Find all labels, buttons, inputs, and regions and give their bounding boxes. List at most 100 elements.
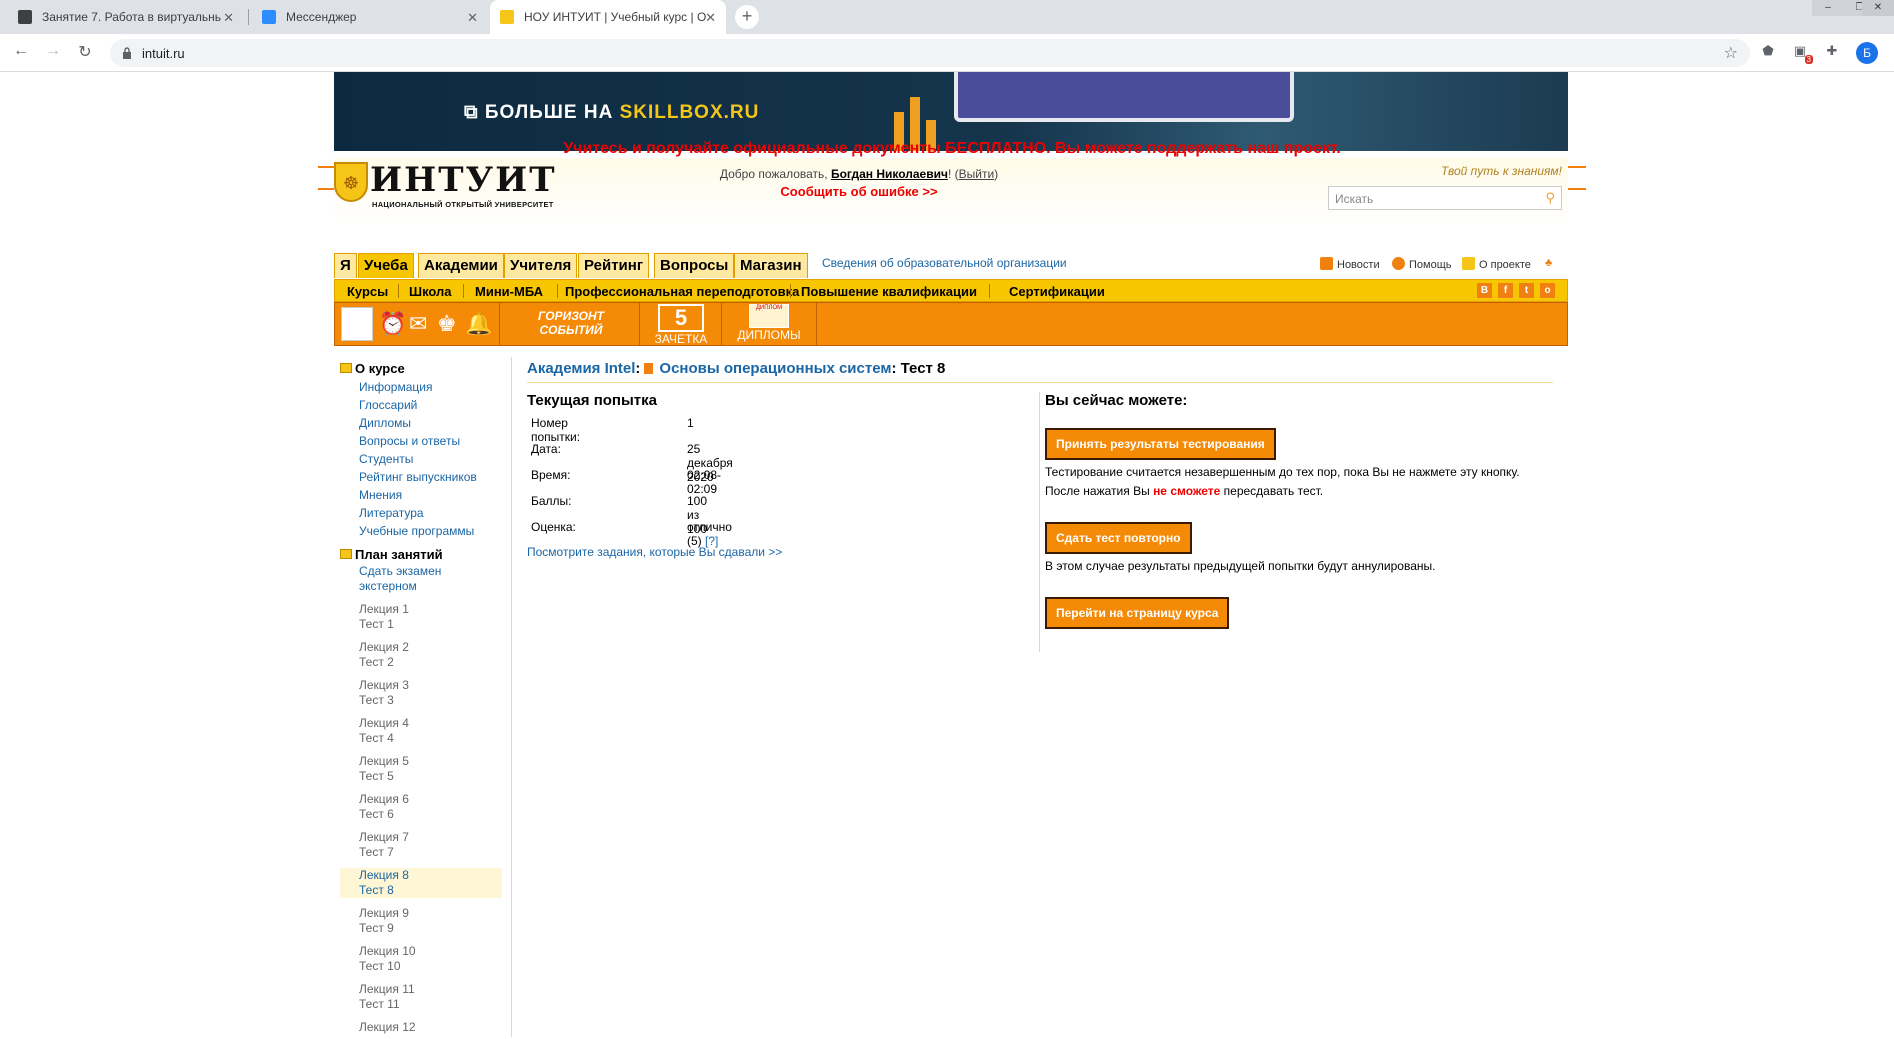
test-link[interactable]: Тест 2 [359,655,502,670]
view-submitted-tasks-link[interactable]: Посмотрите задания, которые Вы сдавали >… [527,545,782,559]
extension-badge-icon[interactable]: ▣ 3 [1791,43,1813,64]
breadcrumb-academy[interactable]: Академия Intel [527,360,635,377]
lecture-link[interactable]: Лекция 2 [359,640,502,655]
subnav-qualification[interactable]: Повышение квалификации [801,284,977,299]
diploma-icon: ДИПЛОМ [749,304,789,328]
test-link[interactable]: Тест 1 [359,617,502,632]
odnoklassniki-icon[interactable]: о [1540,283,1555,298]
tab-questions[interactable]: Вопросы [654,253,735,278]
close-icon[interactable]: ✕ [223,10,234,26]
mail-icon[interactable]: ✉ [409,311,427,337]
diplomas-button[interactable]: ДИПЛОМ ДИПЛОМЫ [733,304,805,342]
lecture-link[interactable]: Лекция 5 [359,754,502,769]
browser-tab-1[interactable]: Занятие 7. Работа в виртуальнь ✕ [8,0,244,34]
test-link[interactable]: Тест 7 [359,845,502,860]
lecture-link[interactable]: Лекция 1 [359,602,502,617]
about-link[interactable]: О проекте [1462,257,1531,271]
test-link[interactable]: Тест 5 [359,769,502,784]
event-horizon-button[interactable]: ГОРИЗОНТ СОБЫТИЙ [513,309,629,337]
tab-teachers[interactable]: Учителя [504,253,578,278]
sidebar-link-opinions[interactable]: Мнения [359,486,502,504]
breadcrumb-course[interactable]: Основы операционных систем [659,360,891,377]
sidebar-link-qa[interactable]: Вопросы и ответы [359,432,502,450]
search-icon[interactable]: ⚲ [1545,190,1555,206]
subnav-school[interactable]: Школа [409,284,452,299]
intuit-logo[interactable]: ☸ ИНТУИТ НАЦИОНАЛЬНЫЙ ОТКРЫТЫЙ УНИВЕРСИТ… [334,160,564,210]
sitemap-icon[interactable]: ♣ [1545,257,1552,269]
bell-icon[interactable]: 🔔 [465,311,492,337]
test-link[interactable]: Тест 8 [359,883,502,898]
tab-me[interactable]: Я [334,253,357,278]
lesson-plan-heading[interactable]: План занятий [340,546,502,562]
bookmark-star-icon[interactable]: ☆ [1724,43,1738,63]
lecture-link[interactable]: Лекция 9 [359,906,502,921]
vk-icon[interactable]: В [1477,283,1492,298]
twitter-icon[interactable]: t [1519,283,1534,298]
close-window-button[interactable]: ✕ [1862,0,1894,16]
sidebar-link-literature[interactable]: Литература [359,504,502,522]
browser-tab-2[interactable]: Мессенджер ✕ [252,0,488,34]
test-link[interactable]: Тест 4 [359,731,502,746]
browser-tab-3[interactable]: НОУ ИНТУИТ | Учебный курс | О ✕ [490,0,726,34]
news-link[interactable]: Новости [1320,257,1380,271]
help-link[interactable]: Помощь [1392,257,1452,271]
test-link[interactable]: Тест 9 [359,921,502,936]
accept-results-button[interactable]: Принять результаты тестирования [1045,428,1276,460]
lecture-link[interactable]: Лекция 4 [359,716,502,731]
tab-academies[interactable]: Академии [418,253,504,278]
lecture-link[interactable]: Лекция 7 [359,830,502,845]
go-to-course-button[interactable]: Перейти на страницу курса [1045,597,1230,629]
reload-icon[interactable]: ↻ [74,42,96,62]
lecture-link[interactable]: Лекция 3 [359,678,502,693]
subnav-courses[interactable]: Курсы [347,284,388,299]
user-avatar-icon[interactable] [341,307,373,341]
sidebar-link-glossary[interactable]: Глоссарий [359,396,502,414]
subnav-certifications[interactable]: Сертификации [1009,284,1105,299]
facebook-icon[interactable]: f [1498,283,1513,298]
subnav-mini-mba[interactable]: Мини-МБА [475,284,543,299]
back-arrow-icon[interactable]: ← [10,42,32,60]
lecture-link[interactable]: Лекция 12 [359,1020,502,1035]
retry-test-button[interactable]: Сдать тест повторно [1045,522,1192,554]
logout-link[interactable]: Выйти [959,167,995,181]
record-book-button[interactable]: 5 ЗАЧЕТКА [651,304,711,346]
close-icon[interactable]: ✕ [705,10,716,26]
support-notice[interactable]: Учитесь и получайте официальные документ… [318,140,1586,158]
address-bar[interactable]: intuit.ru ☆ [110,39,1750,67]
sidebar-link-external-exam[interactable]: Сдать экзамен экстерном [359,564,469,594]
org-info-link[interactable]: Сведения об образовательной организации [822,256,1067,270]
minimize-button[interactable]: – [1812,0,1844,16]
puzzle-extensions-icon[interactable]: ✚ [1823,43,1841,61]
sidebar-link-students[interactable]: Студенты [359,450,502,468]
subnav-retraining[interactable]: Профессиональная переподготовка [565,284,799,299]
forward-arrow-icon[interactable]: → [42,42,64,60]
close-icon[interactable]: ✕ [467,10,478,26]
breadcrumb: Академия Intel: Основы операционных систе… [527,360,946,377]
lecture-link[interactable]: Лекция 6 [359,792,502,807]
sidebar-link-info[interactable]: Информация [359,378,502,396]
about-course-title: О курсе [355,360,405,376]
sidebar-link-programs[interactable]: Учебные программы [359,522,502,540]
people-icon[interactable]: ♚ [437,311,457,337]
lecture-link[interactable]: Лекция 11 [359,982,502,997]
search-input[interactable]: Искать ⚲ [1328,186,1562,210]
tab-shop[interactable]: Магазин [734,253,808,278]
lecture-link[interactable]: Лекция 8 [359,868,502,883]
profile-avatar[interactable]: Б [1856,42,1878,64]
sidebar-link-diplomas[interactable]: Дипломы [359,414,502,432]
test-link[interactable]: Тест 10 [359,959,502,974]
tab-study[interactable]: Учеба [358,253,414,278]
about-course-heading[interactable]: О курсе [340,360,502,376]
new-tab-button[interactable]: + [735,5,759,29]
tab-rating[interactable]: Рейтинг [578,253,650,278]
test-link[interactable]: Тест 11 [359,997,502,1012]
about-label: О проекте [1479,259,1531,271]
sidebar-link-graduate-rating[interactable]: Рейтинг выпускников [359,468,502,486]
report-error-link[interactable]: Сообщить об ошибке >> [684,184,1034,199]
shield-extension-icon[interactable]: ⬟ [1759,43,1777,61]
test-link[interactable]: Тест 6 [359,807,502,822]
lecture-link[interactable]: Лекция 10 [359,944,502,959]
test-link[interactable]: Тест 3 [359,693,502,708]
alarm-clock-icon[interactable]: ⏰ [379,311,406,337]
user-name-link[interactable]: Богдан Николаевич [831,167,948,181]
